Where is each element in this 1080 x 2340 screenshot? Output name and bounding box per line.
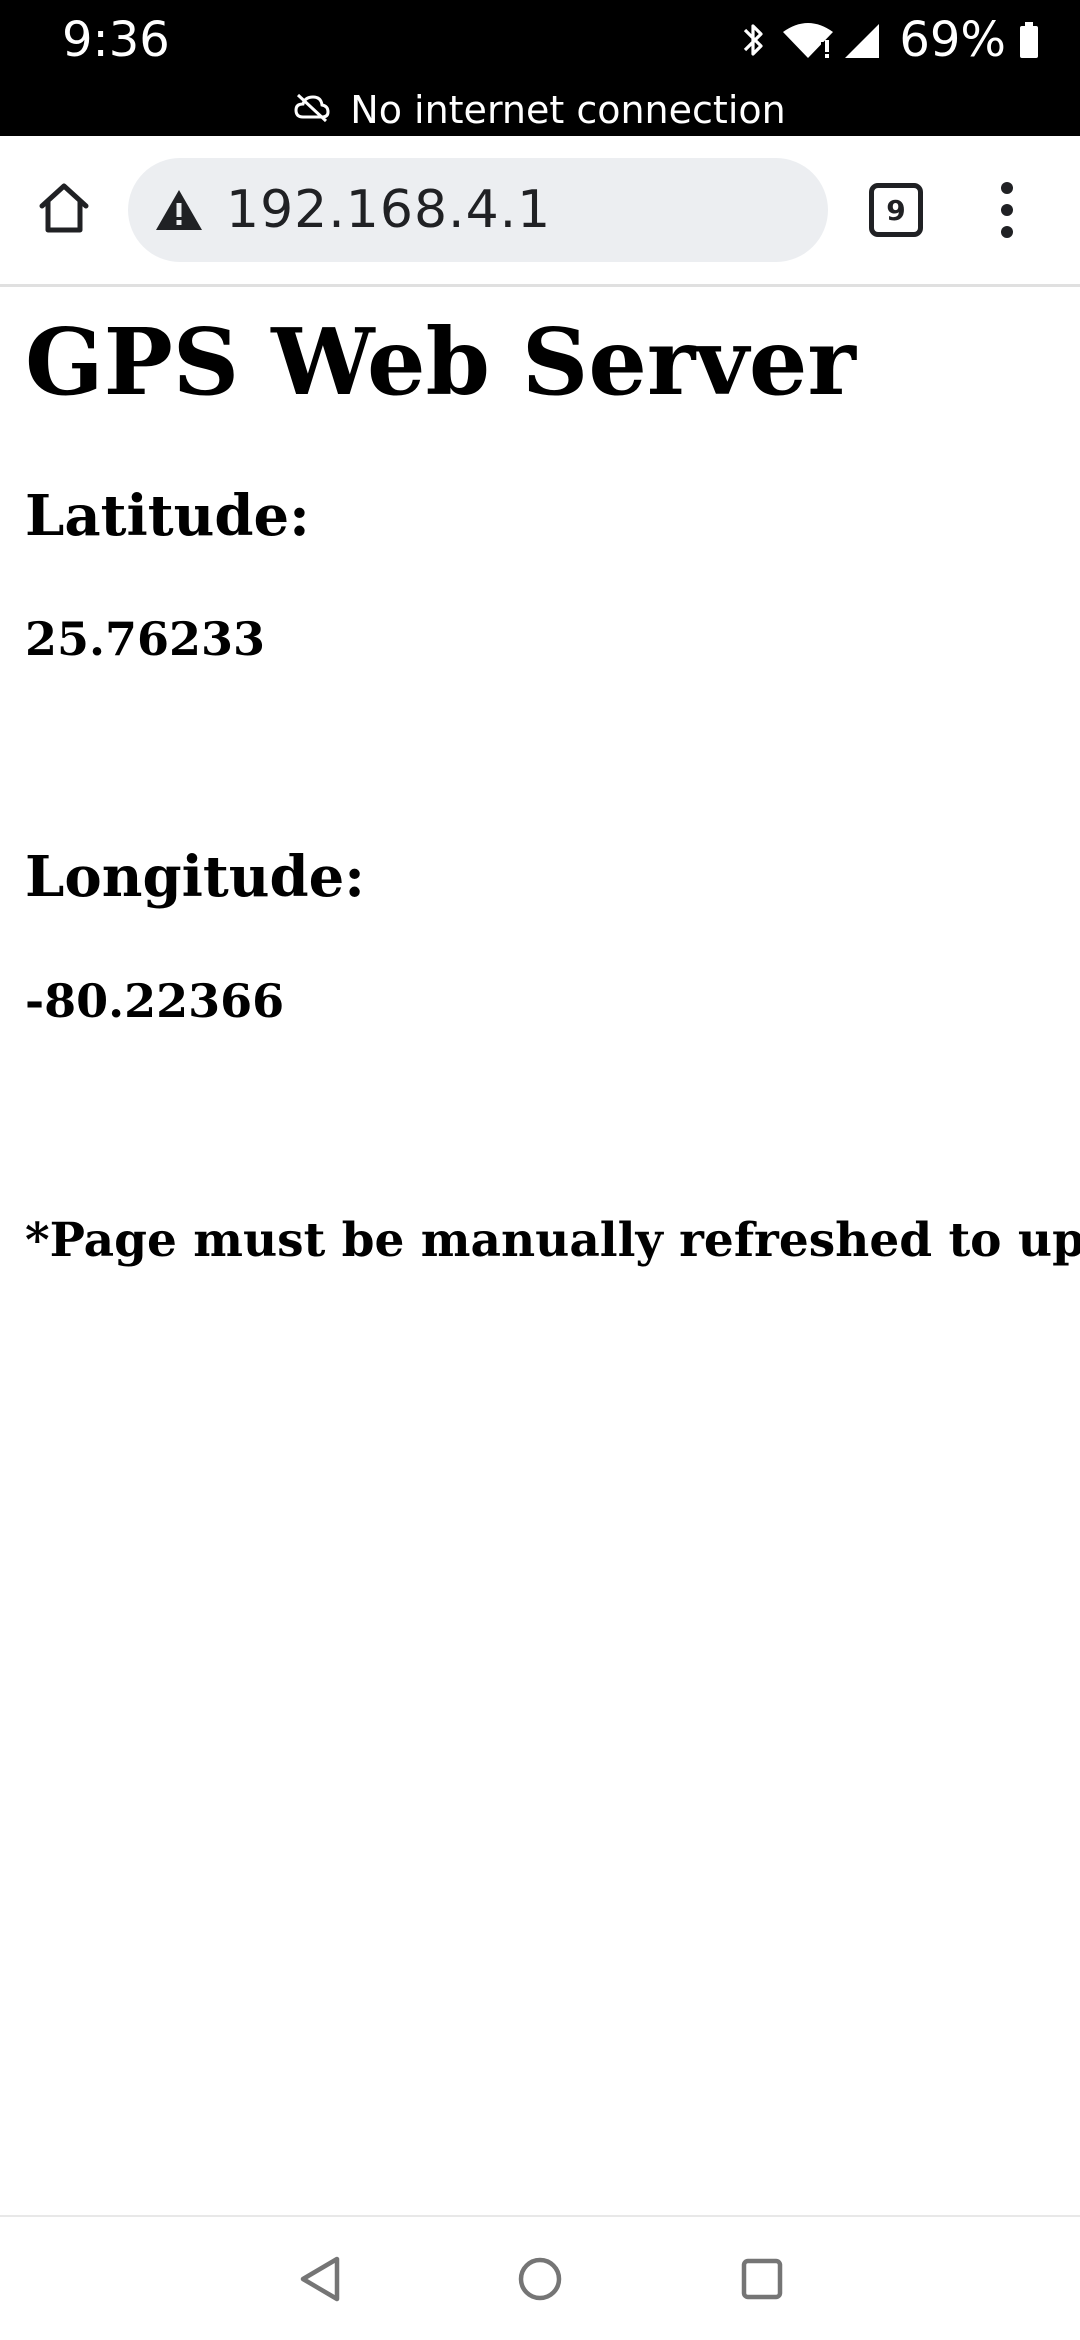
back-icon	[297, 2254, 343, 2309]
web-page[interactable]: GPS Web Server Latitude: 25.76233 Longit…	[0, 287, 1080, 2215]
menu-button[interactable]	[982, 176, 1032, 244]
address-bar[interactable]: 192.168.4.1	[128, 158, 828, 262]
page-title: GPS Web Server	[25, 308, 856, 416]
more-vert-icon-dot	[1001, 182, 1013, 194]
cloud-off-icon	[294, 88, 350, 132]
latitude-label: Latitude:	[25, 483, 310, 549]
home-nav-button[interactable]	[510, 2251, 570, 2311]
warning-icon[interactable]	[154, 188, 204, 232]
longitude-value: -80.22366	[25, 974, 285, 1028]
tab-count: 9	[886, 193, 906, 227]
bluetooth-icon	[741, 20, 765, 60]
status-bar: 9:36 69% No internet connection	[0, 0, 1080, 136]
tab-switcher-button[interactable]: 9	[866, 180, 926, 240]
tab-switcher-icon: 9	[869, 183, 923, 237]
back-button[interactable]	[290, 2251, 350, 2311]
home-circle-icon	[515, 2254, 565, 2309]
battery-percent: 69%	[899, 12, 1006, 68]
offline-notice: No internet connection	[0, 84, 1080, 136]
navigation-bar	[0, 2215, 1080, 2340]
more-vert-icon-dot	[1001, 204, 1013, 216]
home-button[interactable]	[28, 174, 100, 246]
recents-icon	[739, 2256, 785, 2307]
home-icon	[36, 180, 92, 241]
recents-button[interactable]	[732, 2251, 792, 2311]
status-icons: 69%	[741, 10, 1040, 70]
refresh-note: *Page must be manually refreshed to upda…	[25, 1213, 1080, 1268]
latitude-value: 25.76233	[25, 612, 266, 666]
longitude-label: Longitude:	[25, 844, 365, 910]
battery-icon	[1018, 20, 1040, 60]
offline-notice-text: No internet connection	[350, 88, 786, 132]
cell-signal-icon	[843, 20, 881, 60]
url-text[interactable]: 192.168.4.1	[226, 180, 551, 240]
more-vert-icon-dot	[1001, 226, 1013, 238]
wifi-icon	[781, 20, 835, 60]
browser-toolbar: 192.168.4.1 9	[0, 136, 1080, 287]
status-time: 9:36	[62, 12, 170, 68]
